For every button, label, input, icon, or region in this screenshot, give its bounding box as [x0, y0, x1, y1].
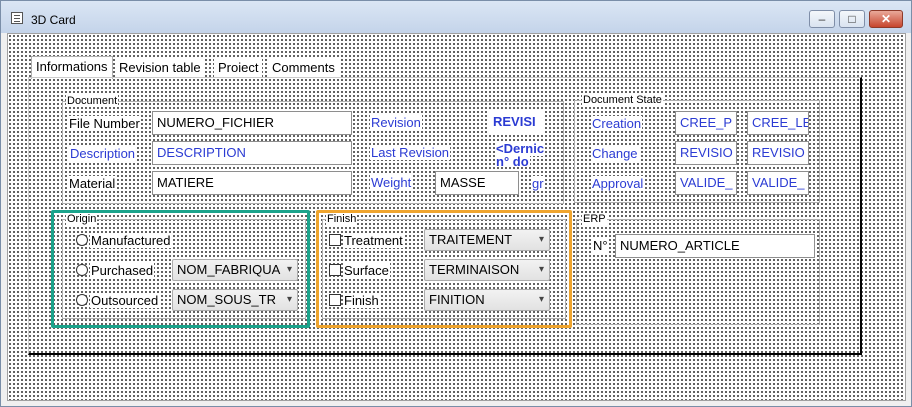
card-icon [11, 12, 23, 24]
weight-label: Weight [370, 175, 413, 190]
revision-label: Revision [370, 115, 422, 130]
change-date-field[interactable]: REVISIO [747, 141, 809, 165]
approval-date-field[interactable]: VALIDE_ [747, 171, 809, 195]
document-group-title: Document [66, 95, 119, 107]
maximize-button[interactable]: □ [839, 10, 865, 28]
file-number-field[interactable]: NUMERO_FICHIER [152, 111, 352, 135]
tab-comments[interactable]: Comments [268, 58, 339, 78]
material-label: Material [68, 176, 117, 191]
title-bar[interactable]: 3D Card – □ ✕ [1, 1, 911, 33]
description-label: Description [69, 146, 137, 161]
revision-value[interactable]: REVISI [489, 111, 543, 135]
creation-by-field[interactable]: CREE_P [675, 111, 737, 135]
finish-highlight [316, 210, 572, 328]
erp-group-title: ERP [582, 213, 607, 225]
last-revision-value-2: n° do [495, 156, 530, 166]
article-number-field[interactable]: NUMERO_ARTICLE [615, 234, 815, 258]
approval-label: Approval [591, 176, 645, 191]
article-number-label: N° [592, 238, 609, 253]
description-field[interactable]: DESCRIPTION [152, 141, 352, 165]
tab-revision-table[interactable]: Revision table [115, 58, 205, 78]
last-revision-value: <Dernic [495, 141, 546, 156]
creation-date-field[interactable]: CREE_LE [747, 111, 809, 135]
tab-project[interactable]: Proiect [214, 58, 263, 78]
file-number-label: File Number [68, 116, 141, 131]
document-state-group-title: Document State [582, 94, 663, 106]
last-revision-label: Last Revision [370, 145, 451, 160]
material-field[interactable]: MATIERE [152, 171, 352, 195]
weight-unit: gr [531, 176, 545, 191]
origin-highlight [51, 210, 310, 328]
creation-label: Creation [591, 116, 643, 131]
change-by-field[interactable]: REVISIO [675, 141, 737, 165]
approval-by-field[interactable]: VALIDE_ [675, 171, 737, 195]
minimize-button[interactable]: – [809, 10, 835, 28]
close-button[interactable]: ✕ [869, 10, 903, 28]
change-label: Change [591, 146, 639, 161]
tab-informations[interactable]: Informations [31, 56, 113, 79]
weight-field[interactable]: MASSE [435, 171, 519, 195]
window-title: 3D Card [31, 13, 76, 27]
